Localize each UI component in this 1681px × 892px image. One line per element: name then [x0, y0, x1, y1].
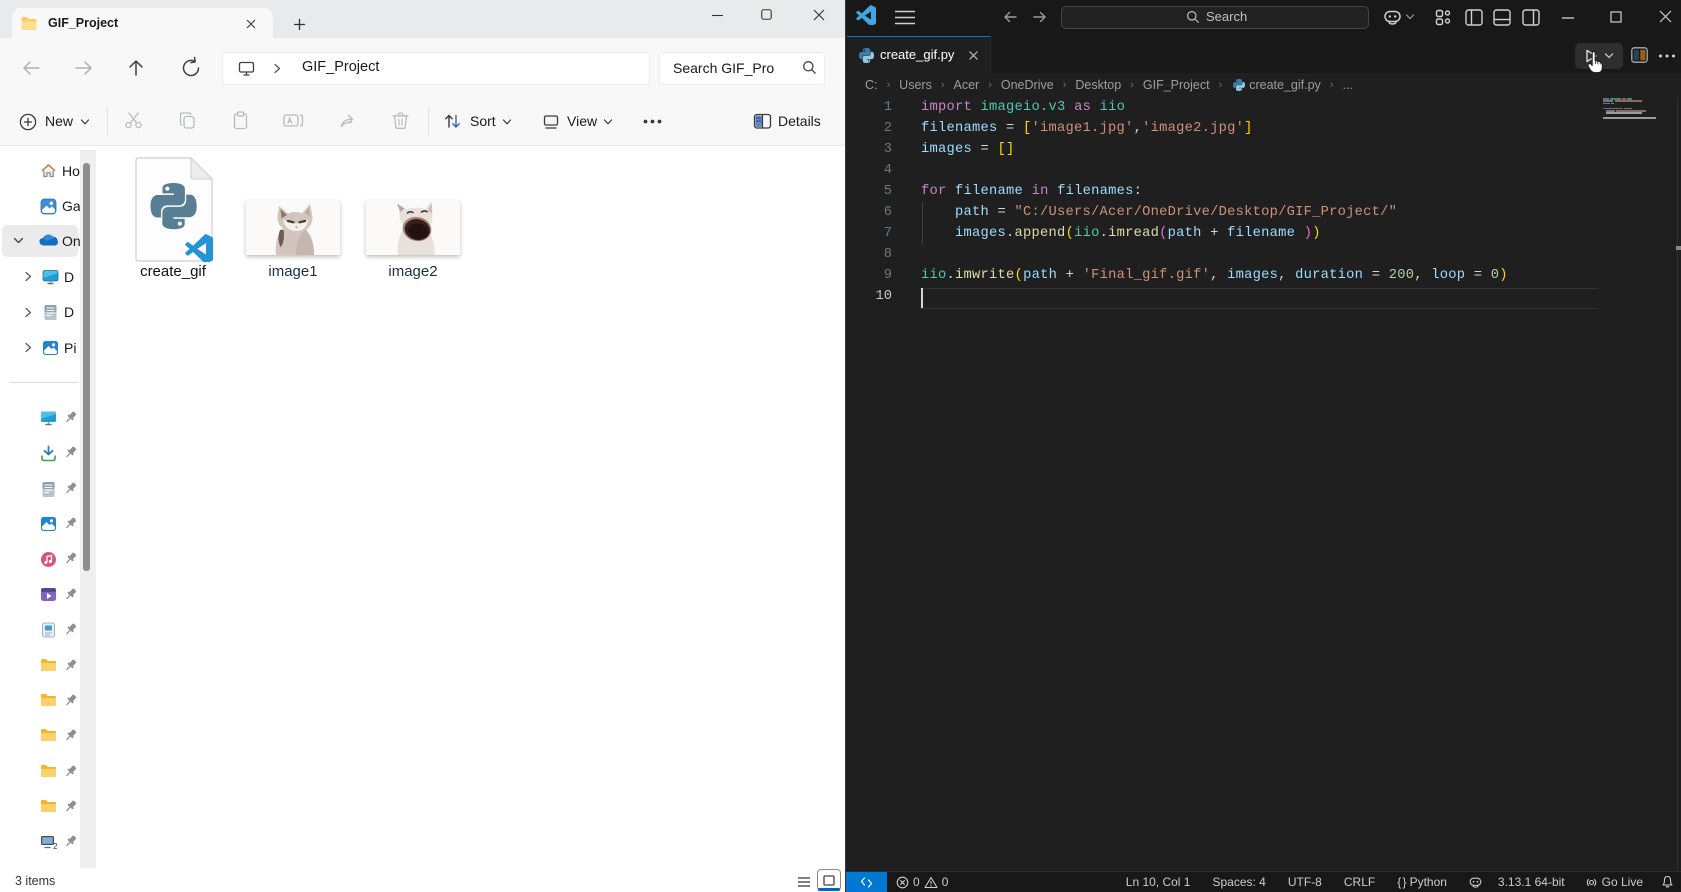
- svg-text:2: 2: [53, 842, 57, 850]
